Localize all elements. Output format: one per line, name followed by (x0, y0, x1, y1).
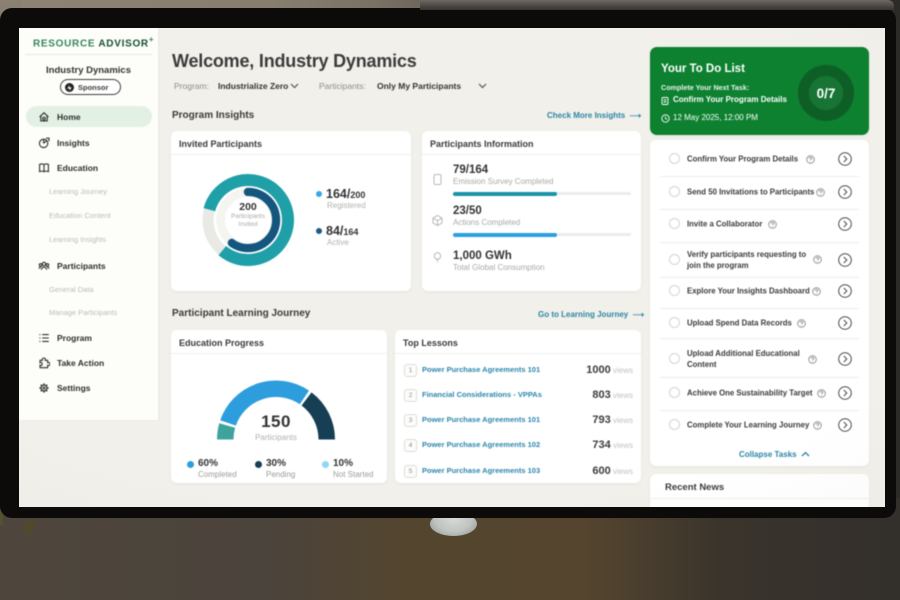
svg-text:0/7: 0/7 (817, 86, 836, 101)
